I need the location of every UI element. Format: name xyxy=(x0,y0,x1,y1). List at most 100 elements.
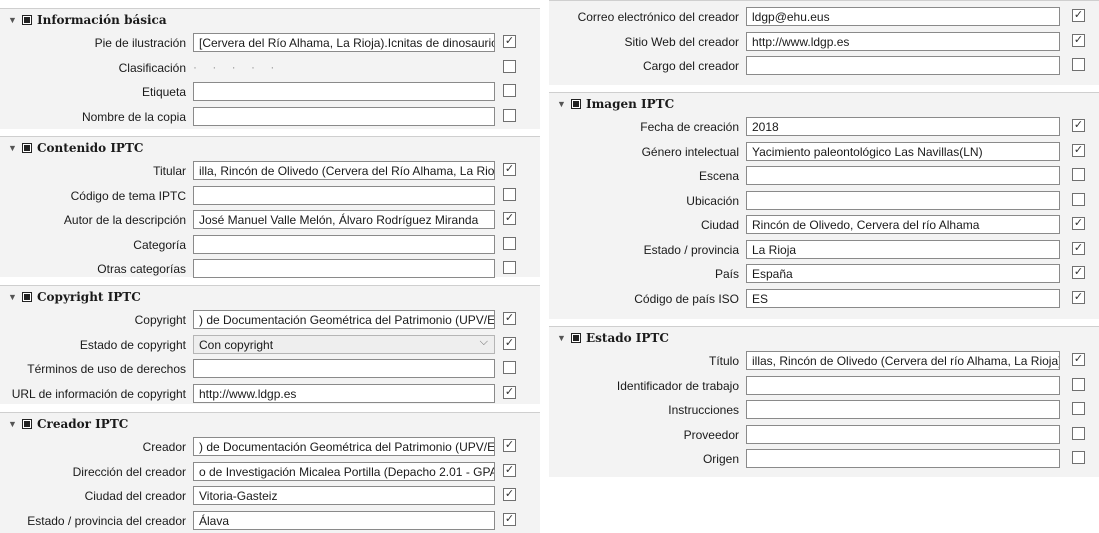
autor-de-la-descripcion-input[interactable]: José Manuel Valle Melón, Álvaro Rodrígue… xyxy=(193,210,495,229)
field-value: o de Investigación Micalea Portilla (Dep… xyxy=(199,464,495,479)
chevron-down-icon[interactable]: ⌵ xyxy=(480,336,488,349)
codigo-de-tema-iptc-input[interactable] xyxy=(193,185,495,205)
triangle-down-icon[interactable]: ▼ xyxy=(557,333,571,343)
section-header[interactable]: ▼ Imagen IPTC xyxy=(557,93,674,115)
sitio-web-del-creador-input[interactable]: http://www.ldgp.es xyxy=(746,31,1060,51)
checkmark-icon[interactable]: ✓ xyxy=(1072,353,1085,366)
section-toggle-checkbox-icon[interactable] xyxy=(22,419,32,429)
field-row-codigo-de-pais-iso: Código de país ISO ES ✓ xyxy=(549,288,1099,310)
empty-checkbox-icon[interactable] xyxy=(503,361,516,374)
checkmark-icon[interactable]: ✓ xyxy=(503,212,516,225)
field-row-categoria: Categoría xyxy=(0,234,540,256)
section-toggle-checkbox-icon[interactable] xyxy=(571,99,581,109)
otras-categorias-input[interactable] xyxy=(193,259,495,278)
section-header[interactable]: ▼ Estado IPTC xyxy=(557,327,669,349)
checkmark-icon[interactable]: ✓ xyxy=(1072,33,1085,47)
categoria-input[interactable] xyxy=(193,234,495,254)
triangle-down-icon[interactable]: ▼ xyxy=(8,15,22,25)
field-row-fecha-de-creacion: Fecha de creación 2018 ✓ xyxy=(549,116,1099,138)
fecha-de-creacion-input[interactable]: 2018 xyxy=(746,117,1060,136)
checkmark-icon[interactable]: ✓ xyxy=(1072,266,1085,279)
empty-checkbox-icon[interactable] xyxy=(503,187,516,201)
section-toggle-checkbox-icon[interactable] xyxy=(571,333,581,343)
estado-provincia-del-creador-input[interactable]: Álava xyxy=(193,510,495,530)
checkmark-icon[interactable]: ✓ xyxy=(1072,143,1085,157)
empty-checkbox-icon[interactable] xyxy=(503,59,516,73)
checkmark-icon[interactable]: ✓ xyxy=(1072,241,1085,255)
checkmark-icon[interactable]: ✓ xyxy=(503,312,516,325)
empty-checkbox-icon[interactable] xyxy=(1072,377,1085,391)
etiqueta-input[interactable] xyxy=(193,82,495,101)
genero-intelectual-input[interactable]: Yacimiento paleontológico Las Navillas(L… xyxy=(746,141,1060,161)
checkmark-icon[interactable]: ✓ xyxy=(503,35,516,48)
empty-checkbox-icon[interactable] xyxy=(503,84,516,97)
origen-input[interactable] xyxy=(746,449,1060,468)
section-header[interactable]: ▼ Información básica xyxy=(8,9,167,31)
checkmark-icon[interactable]: ✓ xyxy=(503,385,516,399)
pais-input[interactable]: España xyxy=(746,264,1060,283)
estado-provincia-input[interactable]: La Rioja xyxy=(746,239,1060,259)
field-row-sitio-web-del-creador: Sitio Web del creador http://www.ldgp.es ✓ xyxy=(549,31,1099,53)
empty-checkbox-icon[interactable] xyxy=(503,108,516,122)
field-value: Rincón de Olivedo, Cervera del río Alham… xyxy=(752,218,980,232)
section-toggle-checkbox-icon[interactable] xyxy=(22,143,32,153)
section-header[interactable]: ▼ Creador IPTC xyxy=(8,413,128,435)
empty-checkbox-icon[interactable] xyxy=(1072,402,1085,415)
checkmark-icon[interactable]: ✓ xyxy=(503,488,516,501)
empty-checkbox-icon[interactable] xyxy=(1072,426,1085,440)
empty-checkbox-icon[interactable] xyxy=(1072,451,1085,464)
empty-checkbox-icon[interactable] xyxy=(1072,192,1085,206)
section-title: Estado IPTC xyxy=(586,331,669,345)
field-row-ubicacion: Ubicación xyxy=(549,190,1099,212)
nombre-de-la-copia-input[interactable] xyxy=(193,106,495,126)
direccion-del-creador-input[interactable]: o de Investigación Micalea Portilla (Dep… xyxy=(193,461,495,481)
triangle-down-icon[interactable]: ▼ xyxy=(8,143,22,153)
checkmark-icon[interactable]: ✓ xyxy=(503,512,516,526)
field-row-pais: País España ✓ xyxy=(549,263,1099,285)
identificador-de-trabajo-input[interactable] xyxy=(746,375,1060,395)
field-label: Nombre de la copia xyxy=(81,109,186,124)
section-header[interactable]: ▼ Contenido IPTC xyxy=(8,137,143,159)
checkmark-icon[interactable]: ✓ xyxy=(503,336,516,350)
checkmark-icon[interactable]: ✓ xyxy=(1072,290,1085,304)
instrucciones-input[interactable] xyxy=(746,400,1060,419)
codigo-de-pais-iso-input[interactable]: ES xyxy=(746,288,1060,308)
empty-checkbox-icon[interactable] xyxy=(1072,168,1085,181)
section-header[interactable]: ▼ Copyright IPTC xyxy=(8,286,141,308)
checkmark-icon[interactable]: ✓ xyxy=(503,163,516,176)
titulo-input[interactable]: illas, Rincón de Olivedo (Cervera del rí… xyxy=(746,351,1060,370)
proveedor-input[interactable] xyxy=(746,424,1060,444)
ubicacion-input[interactable] xyxy=(746,190,1060,210)
terminos-de-uso-de-derechos-input[interactable] xyxy=(193,359,495,378)
checkmark-icon[interactable]: ✓ xyxy=(1072,9,1085,22)
checkmark-icon[interactable]: ✓ xyxy=(503,439,516,452)
empty-checkbox-icon[interactable] xyxy=(503,261,516,274)
creador-input[interactable]: ) de Documentación Geométrica del Patrim… xyxy=(193,437,495,456)
correo-electronico-del-creador-input[interactable]: ldgp@ehu.eus xyxy=(746,7,1060,26)
field-label: Estado / provincia del creador xyxy=(27,513,186,528)
checkmark-icon[interactable]: ✓ xyxy=(1072,119,1085,132)
escena-input[interactable] xyxy=(746,166,1060,185)
field-label: Instrucciones xyxy=(668,403,739,417)
empty-checkbox-icon[interactable] xyxy=(1072,58,1085,71)
classification-rating-dots[interactable]: · · · · · xyxy=(193,60,280,74)
empty-checkbox-icon[interactable] xyxy=(503,236,516,250)
triangle-down-icon[interactable]: ▼ xyxy=(8,292,22,302)
triangle-down-icon[interactable]: ▼ xyxy=(8,419,22,429)
url-de-informacion-de-copyright-input[interactable]: http://www.ldgp.es xyxy=(193,383,495,403)
ciudad-del-creador-input[interactable]: Vitoria-Gasteiz xyxy=(193,486,495,505)
field-label: Fecha de creación xyxy=(640,120,739,134)
ciudad-input[interactable]: Rincón de Olivedo, Cervera del río Alham… xyxy=(746,215,1060,234)
titular-input[interactable]: illa, Rincón de Olivedo (Cervera del Río… xyxy=(193,161,495,180)
field-label: Dirección del creador xyxy=(72,464,186,479)
section-title: Copyright IPTC xyxy=(37,290,141,304)
section-toggle-checkbox-icon[interactable] xyxy=(22,292,32,302)
cargo-del-creador-input[interactable] xyxy=(746,56,1060,75)
checkmark-icon[interactable]: ✓ xyxy=(1072,217,1085,230)
pie-de-ilustracion-input[interactable]: [Cervera del Río Alhama, La Rioja).Icnit… xyxy=(193,33,495,52)
estado-de-copyright-select[interactable]: Con copyright ⌵ xyxy=(193,334,495,354)
section-toggle-checkbox-icon[interactable] xyxy=(22,15,32,25)
copyright-input[interactable]: ) de Documentación Geométrica del Patrim… xyxy=(193,310,495,329)
checkmark-icon[interactable]: ✓ xyxy=(503,463,516,477)
triangle-down-icon[interactable]: ▼ xyxy=(557,99,571,109)
